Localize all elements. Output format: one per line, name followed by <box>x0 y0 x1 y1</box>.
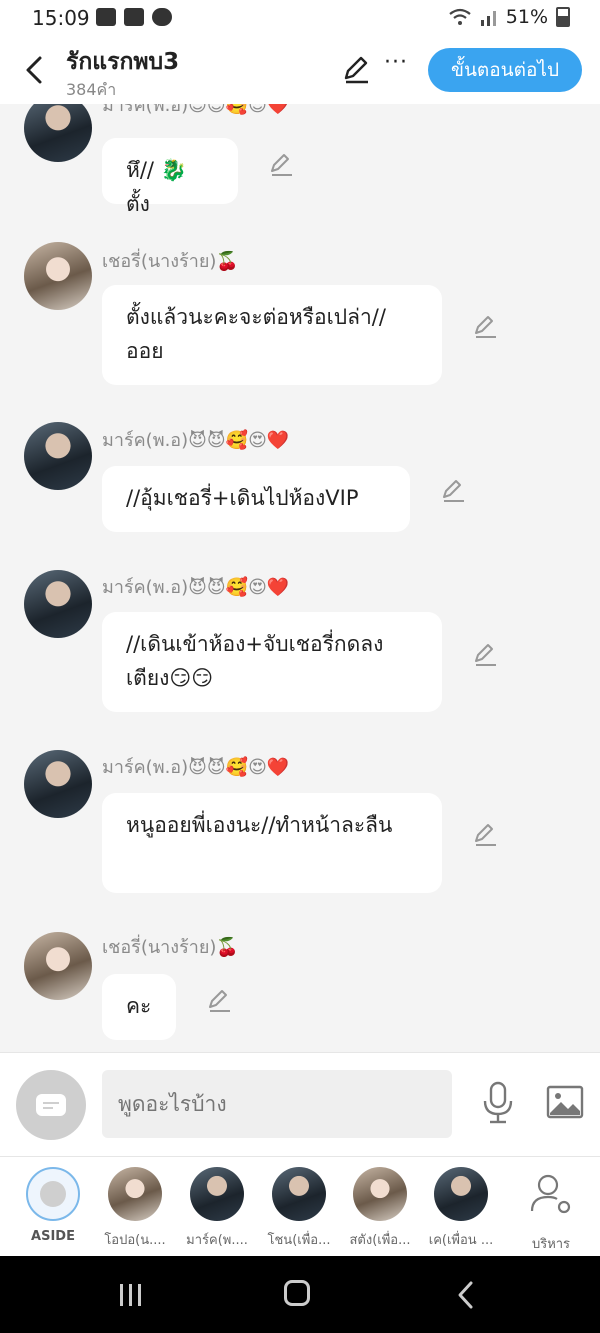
message-bubble[interactable]: //อุ้มเชอรี่+เดินไปห้องVIP <box>102 466 410 532</box>
character-label: สตัง(เพื่อ... <box>349 1233 411 1248</box>
word-count: 384คำ <box>66 80 117 99</box>
character-item[interactable]: เค(เพื่อน ... <box>421 1167 501 1250</box>
microphone-icon[interactable] <box>480 1081 516 1125</box>
edit-message-icon[interactable] <box>206 988 232 1014</box>
avatar <box>108 1167 162 1221</box>
more-options-icon[interactable]: ··· <box>384 50 408 75</box>
line-notification-icon <box>152 8 172 26</box>
aside-icon <box>26 1167 80 1221</box>
character-label: บริหาร <box>531 1237 571 1252</box>
next-step-button[interactable]: ขั้นตอนต่อไป <box>428 48 582 92</box>
avatar <box>190 1167 244 1221</box>
character-bar: ASIDE โอปอ(น.... มาร์ค(พ.... โชน(เพื่อ..… <box>0 1156 600 1257</box>
message-input[interactable] <box>102 1070 452 1138</box>
wifi-icon <box>449 8 471 25</box>
avatar[interactable] <box>24 750 92 818</box>
avatar[interactable] <box>24 932 92 1000</box>
home-icon[interactable] <box>284 1280 310 1306</box>
avatar <box>272 1167 326 1221</box>
character-label: มาร์ค(พ.... <box>186 1233 248 1248</box>
avatar[interactable] <box>24 422 92 490</box>
status-bar: 15:09 51% <box>0 0 600 36</box>
edit-message-icon[interactable] <box>472 642 498 668</box>
image-upload-icon[interactable] <box>546 1085 584 1119</box>
speaker-name: เชอรี่(นางร้าย)🍒 <box>102 251 239 272</box>
message-bubble[interactable]: //เดินเข้าห้อง+จับเชอรี่กดลงเตียง😏😏 <box>102 612 442 712</box>
speaker-name: เชอรี่(นางร้าย)🍒 <box>102 937 239 958</box>
edit-message-icon[interactable] <box>472 314 498 340</box>
edit-message-icon[interactable] <box>268 152 294 178</box>
aside-icon <box>36 1094 66 1116</box>
camera-notification-icon <box>124 8 144 26</box>
status-time: 15:09 <box>32 6 90 30</box>
character-label: เค(เพื่อน ... <box>428 1233 494 1248</box>
avatar[interactable] <box>24 242 92 310</box>
battery-percent: 51% <box>505 6 548 28</box>
manage-characters-button[interactable]: บริหาร <box>511 1167 591 1254</box>
character-item[interactable]: โชน(เพื่อ... <box>259 1167 339 1250</box>
speaker-name: มาร์ค(พ.อ)😈😈🥰😍❤️ <box>102 757 290 778</box>
character-item[interactable]: มาร์ค(พ.... <box>177 1167 257 1250</box>
avatar[interactable] <box>24 104 92 162</box>
signal-icon <box>480 11 496 26</box>
system-indicators: 51% <box>448 6 570 28</box>
avatar[interactable] <box>24 570 92 638</box>
top-bar: รักแรกพบ3 384คำ ··· ขั้นตอนต่อไป <box>0 36 600 104</box>
character-item[interactable]: โอปอ(น.... <box>95 1167 175 1250</box>
message-bubble[interactable]: คะ <box>102 974 176 1040</box>
back-arrow-icon[interactable] <box>18 50 54 90</box>
character-item[interactable]: สตัง(เพื่อ... <box>340 1167 420 1250</box>
speaker-name: มาร์ค(พ.อ)😈😈🥰😍❤️ <box>102 577 290 598</box>
message-bubble[interactable]: หึ// 🐉 ตั้ง <box>102 138 238 216</box>
avatar <box>353 1167 407 1221</box>
message-bubble[interactable]: หนูออยพี่เองนะ//ทำหน้าละลืน <box>102 793 442 893</box>
notification-icons <box>96 8 172 26</box>
character-label: โชน(เพื่อ... <box>267 1233 331 1248</box>
aside-toggle-button[interactable] <box>16 1070 86 1140</box>
character-aside[interactable]: ASIDE <box>13 1167 93 1244</box>
recent-apps-icon[interactable] <box>118 1284 144 1306</box>
system-nav-bar <box>0 1256 600 1333</box>
edit-message-icon[interactable] <box>440 478 466 504</box>
speaker-name: มาร์ค(พ.อ)😈😈🥰😍❤️ <box>102 104 290 116</box>
compose-bar <box>0 1052 600 1157</box>
speaker-name: มาร์ค(พ.อ)😈😈🥰😍❤️ <box>102 430 290 451</box>
edit-pencil-icon[interactable] <box>340 54 372 86</box>
chat-list[interactable]: มาร์ค(พ.อ)😈😈🥰😍❤️ หึ// 🐉 ตั้ง เชอรี่(นางร… <box>0 104 600 1052</box>
gallery-notification-icon <box>96 8 116 26</box>
avatar <box>434 1167 488 1221</box>
story-title: รักแรกพบ3 <box>66 49 180 75</box>
user-settings-icon <box>530 1174 571 1214</box>
edit-message-icon[interactable] <box>472 822 498 848</box>
battery-icon <box>556 7 570 27</box>
character-label: ASIDE <box>31 1229 75 1244</box>
back-nav-icon[interactable] <box>456 1280 476 1310</box>
character-label: โอปอ(น.... <box>104 1233 166 1248</box>
message-bubble[interactable]: ตั้งแล้วนะคะจะต่อหรือเปล่า//ออย <box>102 285 442 385</box>
